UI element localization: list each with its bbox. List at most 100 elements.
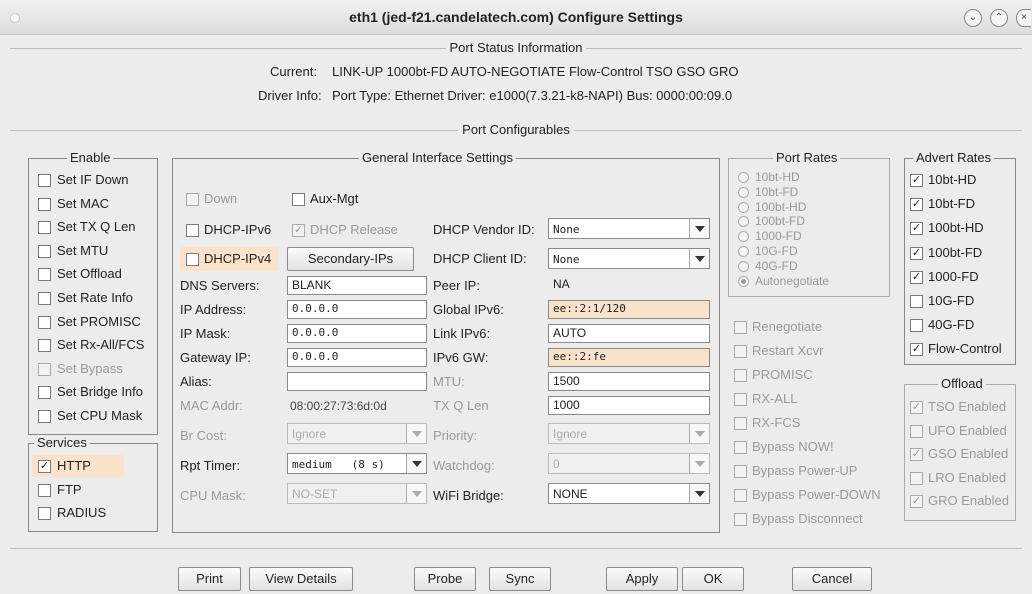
mask-input[interactable]: 0.0.0.0 (287, 324, 427, 343)
aux-mgt-checkbox[interactable] (292, 193, 305, 206)
service-ftp-checkbox[interactable] (38, 483, 51, 497)
bypass-disconnect-checkbox[interactable] (734, 513, 747, 526)
offload-gro-enabled-checkbox[interactable]: ✓ (910, 495, 923, 508)
wifi-bridge-select[interactable]: NONE (548, 483, 710, 504)
ok-button[interactable]: OK (682, 567, 744, 591)
rate-10bt-fd-label: 10bt-FD (755, 184, 799, 199)
probe-button[interactable]: Probe (414, 567, 476, 591)
promisc-checkbox[interactable] (734, 369, 747, 382)
enable-set-bypass-checkbox[interactable] (38, 362, 51, 376)
service-http-checkbox[interactable]: ✓ (38, 460, 51, 473)
dns-input[interactable]: BLANK (287, 276, 427, 295)
mtu-input[interactable]: 1500 (548, 372, 710, 391)
dhcp-release-label: DHCP Release (310, 222, 398, 237)
enable-set-promisc-label: Set PROMISC (57, 313, 141, 329)
chevron-down-icon[interactable] (689, 454, 709, 473)
general-title: General Interface Settings (359, 150, 517, 165)
rpt-timer-select[interactable]: medium (8 s) (287, 453, 427, 474)
dhcp-client-select[interactable]: None (548, 248, 710, 269)
cancel-button[interactable]: Cancel (792, 567, 872, 591)
driver-label: Driver Info: (258, 88, 322, 103)
offload-tso-enabled-label: TSO Enabled (928, 399, 1007, 414)
alias-input[interactable] (287, 372, 427, 391)
dhcp-release-checkbox[interactable]: ✓ (292, 224, 305, 237)
offload-gso-enabled-checkbox[interactable]: ✓ (910, 448, 923, 461)
renegotiate-checkbox[interactable] (734, 321, 747, 334)
ip-input[interactable]: 0.0.0.0 (287, 300, 427, 319)
chevron-down-icon[interactable] (406, 424, 426, 443)
close-icon[interactable]: × (1016, 9, 1031, 27)
sync-button[interactable]: Sync (489, 567, 551, 591)
chevron-down-icon[interactable] (689, 219, 709, 238)
peer-ip-label: Peer IP: (433, 278, 480, 293)
advert-10bt-hd-checkbox[interactable]: ✓ (910, 174, 923, 187)
maximize-icon[interactable]: ⌃ (990, 9, 1008, 27)
advert-100bt-fd-checkbox[interactable]: ✓ (910, 246, 923, 260)
enable-set-rate-info-checkbox[interactable] (38, 292, 51, 305)
chevron-down-icon[interactable] (689, 484, 709, 503)
rx-all-checkbox[interactable] (734, 393, 747, 406)
rate-40g-fd-radio[interactable] (738, 260, 749, 272)
view-details-button[interactable]: View Details (249, 567, 353, 591)
check-icon: ✓ (911, 246, 922, 259)
secondary-ips-button[interactable]: Secondary-IPs (287, 247, 414, 271)
apply-button[interactable]: Apply (606, 567, 678, 591)
txq-input[interactable]: 1000 (548, 396, 710, 415)
bypass-now-checkbox[interactable] (734, 441, 747, 454)
watchdog-select[interactable]: 0 (548, 453, 710, 474)
rpt-timer-label: Rpt Timer: (180, 458, 240, 473)
bypass-disconnect-label: Bypass Disconnect (752, 511, 863, 526)
rpt-timer-value: medium (8 s) (292, 458, 385, 471)
rate-10bt-hd-radio[interactable] (738, 172, 749, 183)
enable-set-tx-q-len-checkbox[interactable] (38, 221, 51, 235)
offload-tso-enabled-checkbox[interactable]: ✓ (910, 401, 923, 414)
chevron-down-icon[interactable] (689, 424, 709, 443)
link-ipv6-input[interactable]: AUTO (548, 324, 710, 343)
offload-lro-enabled-checkbox[interactable] (910, 471, 923, 485)
enable-set-mac-checkbox[interactable] (38, 197, 51, 211)
rx-fcs-checkbox[interactable] (734, 417, 747, 430)
dhcp-ipv4-checkbox[interactable] (186, 253, 199, 266)
service-radius-checkbox[interactable] (38, 507, 51, 520)
advert-100bt-fd-label: 100bt-FD (928, 244, 983, 260)
advert-10g-fd-checkbox[interactable] (910, 295, 923, 308)
chevron-down-icon[interactable] (406, 484, 426, 503)
bypass-power-down-checkbox[interactable] (734, 489, 747, 502)
ipv6-gw-input[interactable]: ee::2:fe (548, 348, 710, 367)
advert-100bt-hd-checkbox[interactable]: ✓ (910, 222, 923, 236)
advert-flow-control-checkbox[interactable]: ✓ (910, 343, 923, 357)
rate-10bt-fd-radio[interactable] (738, 186, 749, 198)
global-ipv6-input[interactable]: ee::2:1/120 (548, 300, 710, 319)
cpu-mask-select[interactable]: NO-SET (287, 483, 427, 504)
current-value: LINK-UP 1000bt-FD AUTO-NEGOTIATE Flow-Co… (332, 64, 739, 79)
down-checkbox[interactable] (186, 193, 199, 206)
rate-100bt-hd-radio[interactable] (738, 201, 749, 213)
mac-label: MAC Addr: (180, 398, 243, 413)
dhcp-ipv6-checkbox[interactable] (186, 224, 199, 237)
enable-set-promisc-checkbox[interactable] (38, 315, 51, 329)
gateway-input[interactable]: 0.0.0.0 (287, 348, 427, 367)
enable-set-bypass-label: Set Bypass (57, 360, 123, 376)
restart-xcvr-checkbox[interactable] (734, 345, 747, 358)
enable-set-offload-checkbox[interactable] (38, 268, 51, 282)
enable-set-if-down-checkbox[interactable] (38, 174, 51, 187)
offload-ufo-enabled-checkbox[interactable] (910, 424, 923, 438)
dhcp-vendor-select[interactable]: None (548, 218, 710, 239)
rate-autonegotiate-radio[interactable] (738, 275, 749, 287)
enable-set-cpu-mask-checkbox[interactable] (38, 410, 51, 423)
br-cost-select[interactable]: Ignore (287, 423, 427, 444)
rate-10g-fd-radio[interactable] (738, 246, 749, 257)
enable-set-mtu-checkbox[interactable] (38, 244, 51, 258)
priority-select[interactable]: Ignore (548, 423, 710, 444)
advert-10bt-fd-checkbox[interactable]: ✓ (910, 198, 923, 212)
bypass-power-up-checkbox[interactable] (734, 465, 747, 478)
chevron-down-icon[interactable] (406, 454, 426, 473)
advert-1000-fd-checkbox[interactable]: ✓ (910, 270, 923, 284)
br-cost-label: Br Cost: (180, 428, 227, 443)
minimize-icon[interactable]: ⌄ (964, 9, 982, 27)
advert-40g-fd-checkbox[interactable] (910, 319, 923, 333)
enable-set-rx-all-fcs-checkbox[interactable] (38, 339, 51, 353)
enable-set-bridge-info-checkbox[interactable] (38, 386, 51, 400)
print-button[interactable]: Print (178, 567, 241, 591)
chevron-down-icon[interactable] (689, 249, 709, 268)
